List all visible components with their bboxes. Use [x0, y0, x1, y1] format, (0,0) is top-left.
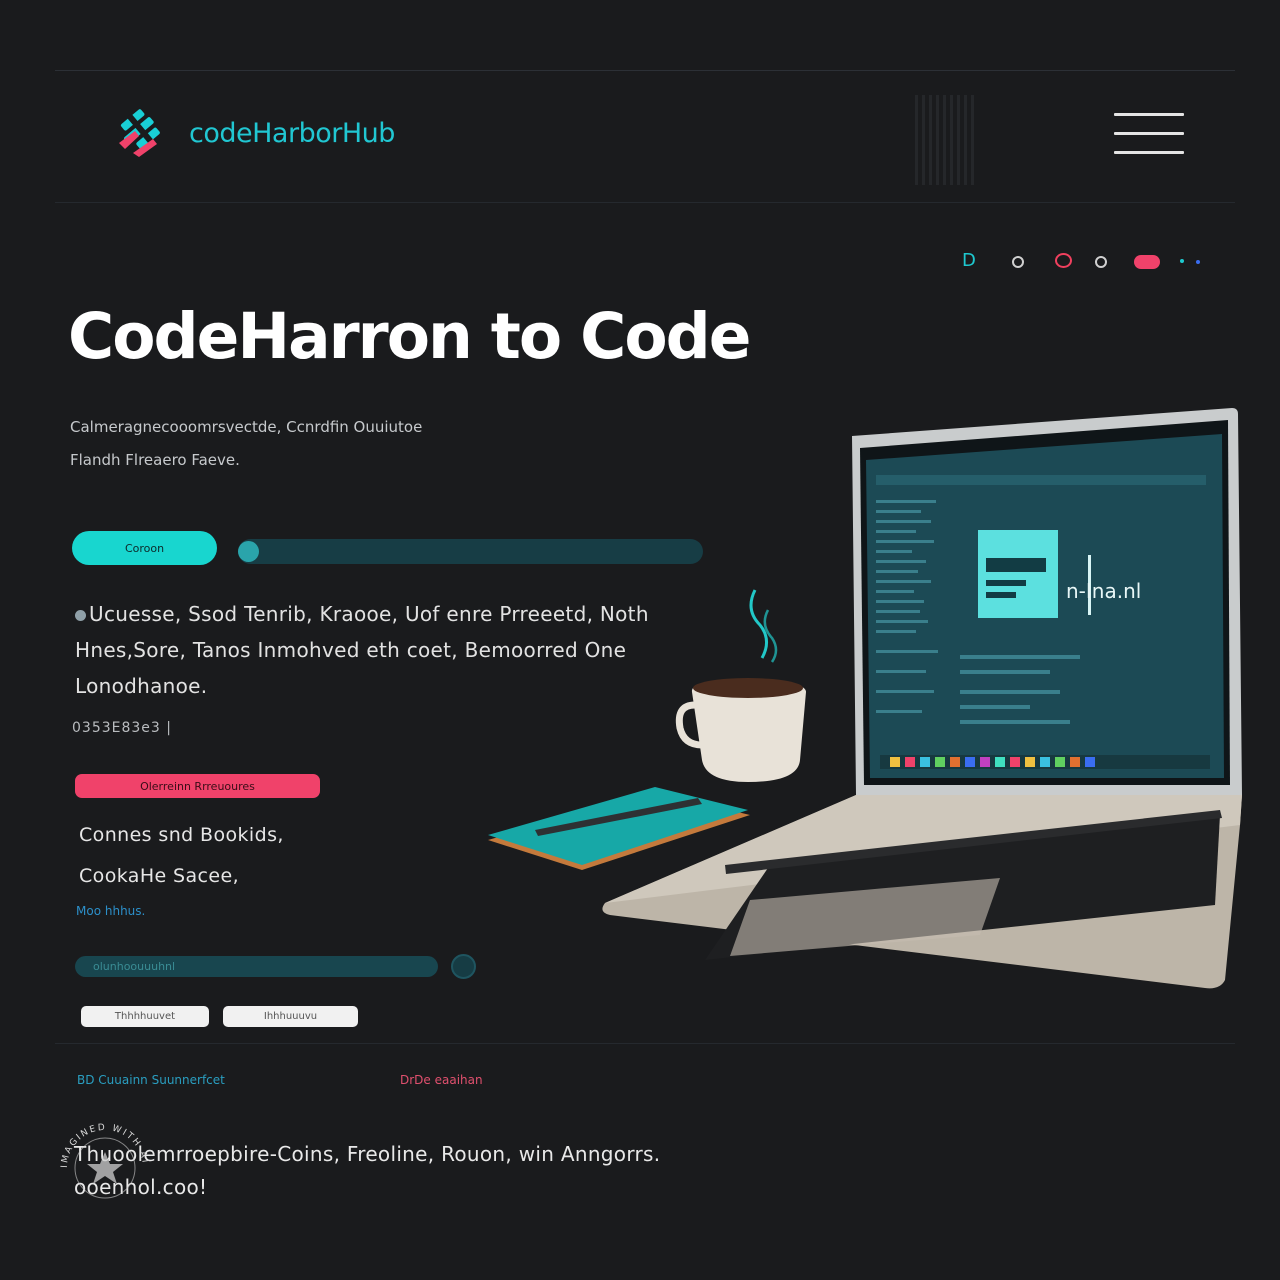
coffee-mug [675, 589, 806, 782]
footer-text-line: ooenhol.coo! [74, 1175, 208, 1199]
list-item: Connes snd Bookids, [79, 824, 284, 846]
top-divider [55, 70, 1235, 71]
list-item: CookaHe Sacee, [79, 865, 240, 887]
dock [880, 755, 1210, 769]
primary-button[interactable]: Coroon [72, 531, 217, 565]
laptop-illustration: n-Ina.nl [480, 400, 1260, 1000]
indicator-pill[interactable] [1134, 255, 1160, 269]
hero-subtitle-line: Calmeragnecooomrsvectde, Ccnrdfin Ouuiut… [70, 418, 423, 436]
footer-link-right[interactable]: DrDe eaaihan [400, 1073, 483, 1087]
footer-link-left[interactable]: BD Cuuainn Suunnerfcet [77, 1073, 225, 1087]
star-icon [87, 1152, 123, 1184]
more-link[interactable]: Moo hhhus. [76, 904, 145, 918]
hero-subtitle-line: Flandh Flreaero Faeve. [70, 451, 240, 469]
screen-text: n-Ina.nl [1066, 579, 1141, 603]
footer-text-line: Thuoolemrroepbire-Coins, Freoline, Rouon… [74, 1142, 661, 1166]
secondary-button[interactable]: Olerreinn Rrreuoures [75, 774, 320, 798]
footer-text: Thuoolemrroepbire-Coins, Freoline, Rouon… [74, 1138, 834, 1204]
indicator-more-icon[interactable] [1178, 256, 1204, 266]
logo[interactable]: codeHarborHub [113, 103, 395, 163]
search-knob-icon [238, 541, 259, 562]
feature-list: Connes snd Bookids, CookaHe Sacee, [79, 815, 284, 897]
page-title: CodeHarron to Code [68, 300, 751, 373]
laptop-screen: n-Ina.nl [852, 408, 1242, 795]
header-divider [55, 202, 1235, 203]
ai-badge: IMAGINED WITH AI [55, 1118, 155, 1218]
indicator-dot[interactable] [1095, 256, 1107, 268]
logo-icon [113, 103, 177, 163]
action-button-left[interactable]: Thhhhuuvet [81, 1006, 209, 1027]
progress-bar[interactable]: olunhoouuuhnl [75, 956, 438, 977]
indicator-dot-active[interactable] [1055, 253, 1072, 268]
hero-subtitle: Calmeragnecooomrsvectde, Ccnrdfin Ouuiut… [70, 411, 540, 477]
indicator-dot[interactable] [1012, 256, 1024, 268]
bullet-icon [75, 610, 86, 621]
logo-text: codeHarborHub [189, 117, 395, 149]
code-label: 0353E83e3 | [72, 720, 172, 736]
footer-divider [55, 1043, 1235, 1044]
header-decoration [915, 95, 975, 185]
indicator-glyph[interactable]: D [962, 250, 976, 271]
hamburger-menu-icon[interactable] [1114, 113, 1184, 157]
progress-knob[interactable] [451, 954, 476, 979]
action-button-right[interactable]: Ihhhuuuvu [223, 1006, 358, 1027]
